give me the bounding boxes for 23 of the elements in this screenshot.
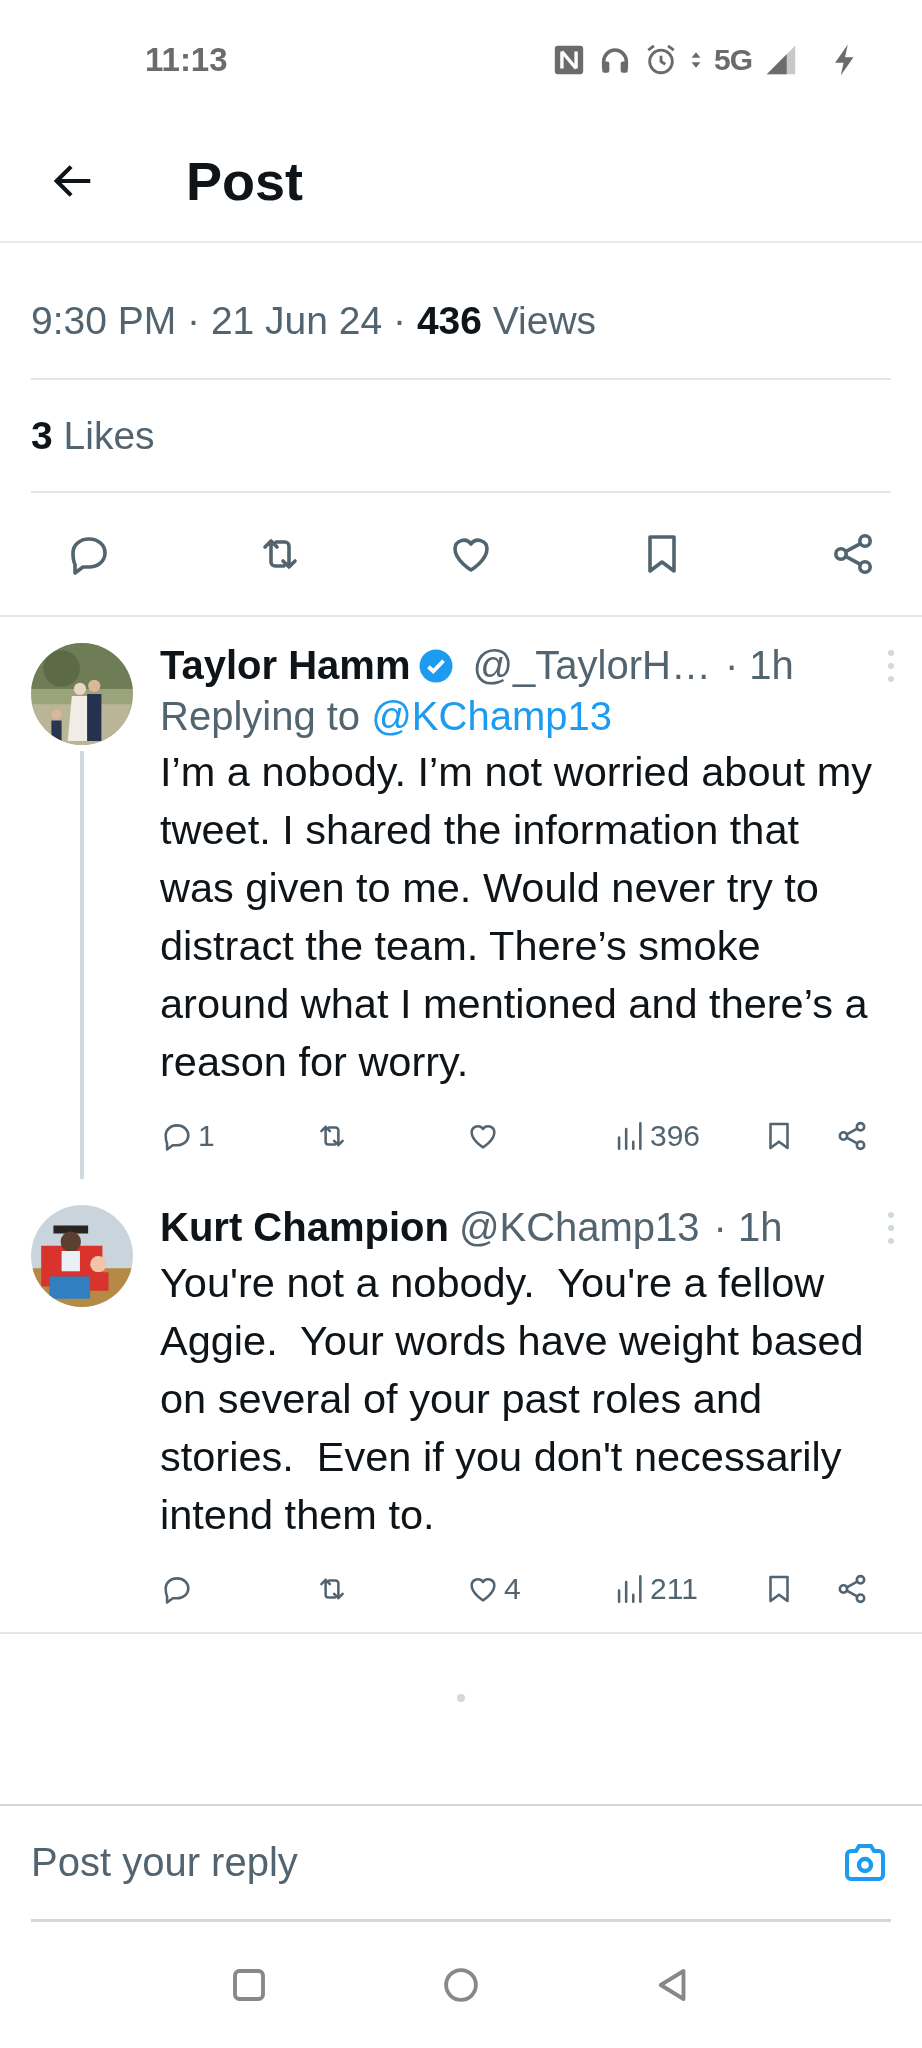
reply-text: I’m a nobody. I’m not worried about my tweet. I shared the information that was given to me. Would never try to distract the team. There’s smoke around what I mentioned and there’s a reason for worry. xyxy=(160,747,873,1087)
reply-text: You're not a nobody. You're a fellow Aggie. Your words have weight based on several of your past roles and stories. Even if you don't necessarily intend them to. xyxy=(160,1258,865,1540)
speech-bubble-button[interactable]: 1 xyxy=(160,1119,315,1153)
author-name[interactable]: Taylor Hamm xyxy=(160,643,411,688)
clock-time: 11:13 xyxy=(145,41,229,79)
signal-icon xyxy=(764,43,798,77)
bar-chart-button[interactable]: 396 xyxy=(612,1119,762,1153)
likes-count[interactable]: 3 Likes xyxy=(31,413,155,458)
post-time: · 1h xyxy=(724,643,794,688)
loading-dot xyxy=(457,1694,465,1702)
vertical-dots-icon xyxy=(886,648,896,683)
heart-button[interactable]: 4 xyxy=(466,1572,612,1606)
post-timestamp: 9:30 PM · 21 Jun 24 · 436 Views xyxy=(31,298,597,343)
bar-chart-button[interactable]: 211 xyxy=(612,1572,762,1606)
author-handle[interactable]: @KChamp13 xyxy=(458,1205,700,1250)
author-handle[interactable]: @_TaylorH… xyxy=(472,643,711,688)
replying-label: Replying to xyxy=(160,694,361,738)
page-title: Post xyxy=(186,149,304,212)
author-name[interactable]: Kurt Champion xyxy=(160,1205,449,1250)
post-time: · 1h xyxy=(713,1205,783,1250)
vertical-dots-icon xyxy=(886,1210,896,1245)
network-type: 5G xyxy=(713,43,752,77)
data-arrows-icon xyxy=(689,50,702,70)
